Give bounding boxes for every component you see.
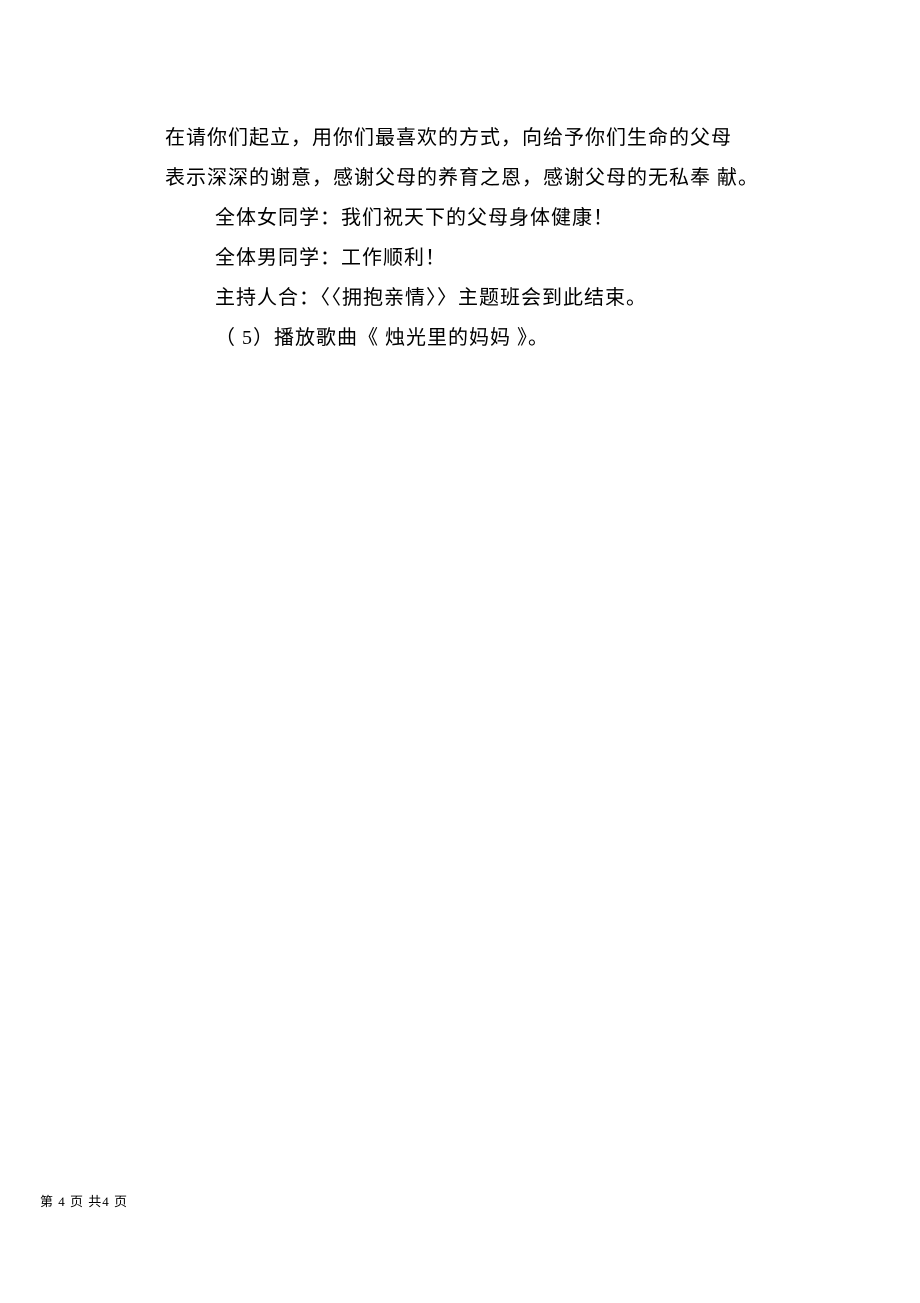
paragraph-line: （ 5）播放歌曲《 烛光里的妈妈 》。 xyxy=(165,318,795,358)
page-footer: 第 4 页 共4 页 xyxy=(40,1191,128,1210)
paragraph-line: 表示深深的谢意，感谢父母的养育之恩，感谢父母的无私奉 献。 xyxy=(165,158,795,198)
paragraph-line: 主持人合：〈〈拥抱亲情〉〉主题班会到此结束。 xyxy=(165,278,795,318)
document-content: 在请你们起立，用你们最喜欢的方式，向给予你们生命的父母 表示深深的谢意，感谢父母… xyxy=(0,0,920,358)
paragraph-line: 全体女同学：我们祝天下的父母身体健康！ xyxy=(165,198,795,238)
paragraph-line: 全体男同学：工作顺利！ xyxy=(165,238,795,278)
paragraph-line: 在请你们起立，用你们最喜欢的方式，向给予你们生命的父母 xyxy=(165,118,795,158)
